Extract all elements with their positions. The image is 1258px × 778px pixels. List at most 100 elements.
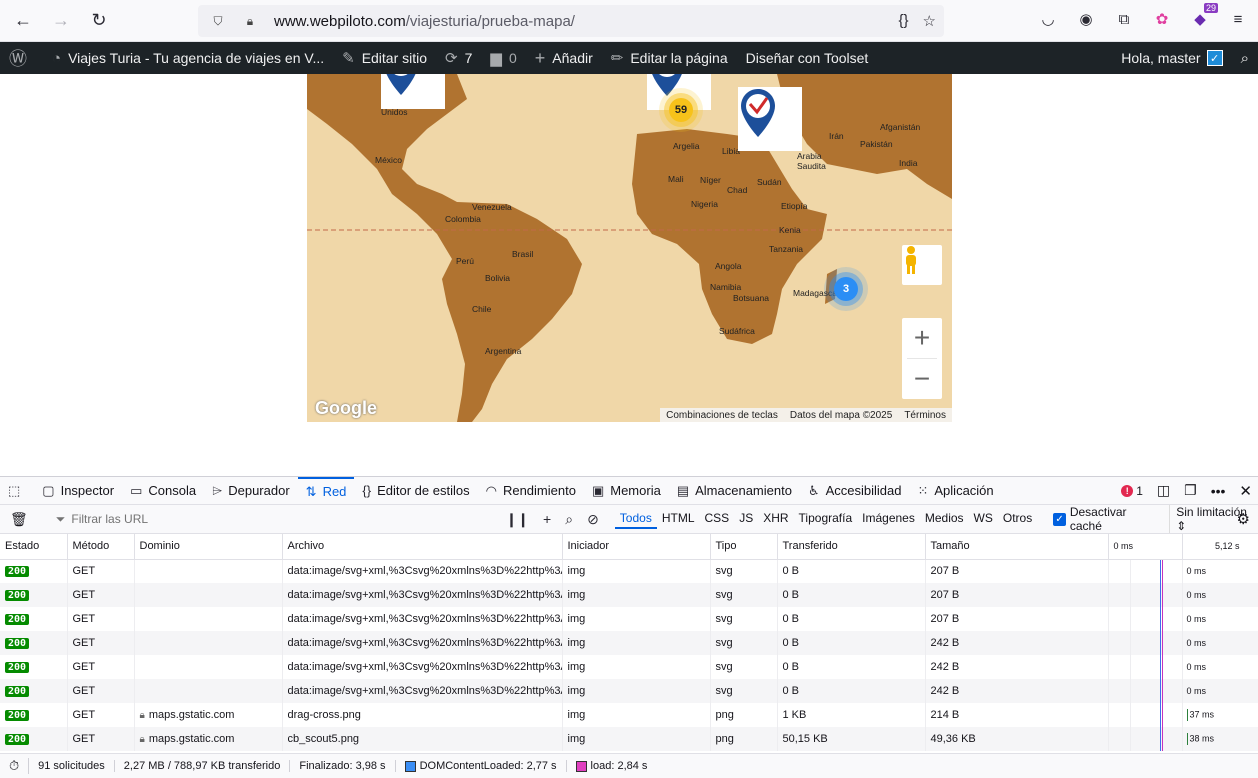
wp-edit-site[interactable]: ✎ Editar sitio bbox=[333, 42, 436, 74]
block-icon[interactable]: ⊘ bbox=[587, 511, 599, 528]
wp-search[interactable]: ⌕ bbox=[1232, 42, 1258, 74]
dashboard-icon: ◔ bbox=[52, 49, 62, 67]
marker-cluster-yellow[interactable]: 59 bbox=[669, 98, 693, 122]
filter-fonts[interactable]: Tipografía bbox=[794, 509, 858, 529]
table-row[interactable]: 200 GET 🔒︎ maps.gstatic.com drag-cross.png im… bbox=[0, 703, 1258, 727]
filter-other[interactable]: Otros bbox=[998, 509, 1037, 529]
forward-button[interactable]: → bbox=[46, 6, 76, 36]
cell-waterfall: 0 ms bbox=[1182, 607, 1258, 631]
pick-element-button[interactable]: ⬚ bbox=[0, 477, 34, 505]
shield-icon[interactable]: ⛉ bbox=[206, 14, 230, 29]
col-size[interactable]: Tamaño bbox=[925, 534, 1109, 560]
reload-button[interactable]: ↻ bbox=[84, 6, 114, 36]
filter-all[interactable]: Todos bbox=[614, 509, 657, 529]
wp-updates[interactable]: ⟳ 7 bbox=[436, 42, 481, 74]
zoom-in-button[interactable]: + bbox=[902, 318, 942, 358]
json-viewer-icon[interactable]: {} bbox=[899, 12, 909, 30]
timer-icon[interactable]: ⏱ bbox=[0, 758, 30, 774]
status-badge: 200 bbox=[5, 614, 30, 625]
tab-debugger[interactable]: ⌲ Depurador bbox=[204, 477, 298, 505]
terms-link[interactable]: Términos bbox=[898, 410, 952, 421]
table-row[interactable]: 200 GET data:image/svg+xml,%3Csvg%20xmlns%… bbox=[0, 583, 1258, 607]
tab-accessibility[interactable]: ♿︎ Accesibilidad bbox=[800, 477, 910, 505]
table-row[interactable]: 200 GET data:image/svg+xml,%3Csvg%20xmlns%… bbox=[0, 607, 1258, 631]
filter-css[interactable]: CSS bbox=[700, 509, 735, 529]
wp-logo[interactable]: Ⓦ bbox=[0, 42, 43, 74]
wp-comments[interactable]: ▆ 0 bbox=[481, 42, 525, 74]
tab-style-editor[interactable]: {} Editor de estilos bbox=[354, 477, 477, 505]
table-row[interactable]: 200 GET data:image/svg+xml,%3Csvg%20xmlns%… bbox=[0, 655, 1258, 679]
table-row[interactable]: 200 GET data:image/svg+xml,%3Csvg%20xmlns%… bbox=[0, 631, 1258, 655]
lock-icon[interactable]: 🔒︎ bbox=[238, 14, 262, 29]
table-row[interactable]: 200 GET 🔒︎ maps.gstatic.com cb_scout5.png img… bbox=[0, 727, 1258, 751]
close-icon[interactable]: ✕ bbox=[1239, 482, 1252, 500]
filter-ws[interactable]: WS bbox=[969, 509, 998, 529]
extension-badge-icon[interactable]: ◆ 29 bbox=[1190, 3, 1218, 29]
url-bar[interactable]: ⛉ 🔒︎ www.webpiloto.com/viajesturia/prueb… bbox=[198, 5, 944, 37]
plus-icon: + bbox=[534, 47, 546, 68]
split-console-icon[interactable]: ◫ bbox=[1157, 482, 1170, 499]
search-icon[interactable]: ⌕ bbox=[565, 511, 573, 528]
wp-site-name[interactable]: ◔ Viajes Turia - Tu agencia de viajes en … bbox=[43, 42, 333, 74]
filter-html[interactable]: HTML bbox=[657, 509, 700, 529]
col-file[interactable]: Archivo bbox=[282, 534, 563, 560]
google-map[interactable]: Unidos México Venezuela Colombia Perú Br… bbox=[307, 74, 952, 422]
street-view-pegman[interactable] bbox=[902, 245, 942, 285]
error-count-badge[interactable]: ! 1 bbox=[1121, 484, 1143, 498]
wp-toolset[interactable]: Diseñar con Toolset bbox=[737, 42, 878, 74]
more-options-icon[interactable]: ••• bbox=[1211, 483, 1226, 499]
filter-js[interactable]: JS bbox=[734, 509, 758, 529]
map-label: México bbox=[375, 155, 402, 165]
filter-input[interactable]: Filtrar las URL bbox=[71, 512, 148, 526]
url-text[interactable]: www.webpiloto.com/viajesturia/prueba-map… bbox=[274, 13, 575, 30]
trash-icon[interactable]: 🗑︎ bbox=[10, 511, 28, 528]
wp-edit-page[interactable]: ✏ Editar la página bbox=[602, 42, 737, 74]
tab-inspector[interactable]: ▢ Inspector bbox=[34, 477, 122, 505]
tab-performance[interactable]: ◠ Rendimiento bbox=[478, 477, 584, 505]
filter-media[interactable]: Medios bbox=[920, 509, 969, 529]
col-waterfall[interactable]: 0 ms bbox=[1108, 534, 1183, 560]
marker-cluster-blue[interactable]: 3 bbox=[834, 277, 858, 301]
col-status[interactable]: Estado bbox=[0, 534, 68, 560]
tab-network[interactable]: ⇅ Red bbox=[297, 476, 355, 505]
status-badge: 200 bbox=[5, 734, 30, 745]
col-type[interactable]: Tipo bbox=[710, 534, 778, 560]
disable-cache-toggle[interactable]: ✓ Desactivar caché bbox=[1053, 505, 1159, 533]
tab-application[interactable]: ⁙ Aplicación bbox=[909, 477, 1001, 505]
filter-xhr[interactable]: XHR bbox=[758, 509, 793, 529]
url-filter[interactable]: ⏷ Filtrar las URL bbox=[38, 512, 466, 527]
col-transferred[interactable]: Transferido bbox=[777, 534, 926, 560]
col-domain[interactable]: Dominio bbox=[134, 534, 283, 560]
tab-console[interactable]: ▭ Consola bbox=[122, 477, 204, 505]
gear-icon[interactable]: ⚙ bbox=[1237, 510, 1250, 528]
account-icon[interactable]: ◉ bbox=[1076, 9, 1096, 29]
wp-my-account[interactable]: Hola, master ✓ bbox=[1112, 42, 1231, 74]
pause-icon[interactable]: ❙❙ bbox=[506, 511, 529, 528]
color-wheel-icon[interactable]: ✿ bbox=[1152, 9, 1172, 29]
tab-memory[interactable]: ▣ Memoria bbox=[584, 477, 669, 505]
cell-status: 200 bbox=[0, 703, 68, 727]
dock-icon[interactable]: ❐ bbox=[1184, 482, 1197, 499]
map-marker-pin[interactable] bbox=[738, 87, 802, 151]
col-initiator[interactable]: Iniciador bbox=[562, 534, 711, 560]
bookmark-star-icon[interactable]: ☆ bbox=[923, 12, 936, 30]
zoom-out-button[interactable]: − bbox=[902, 359, 942, 399]
extensions-puzzle-icon[interactable]: ⧉ bbox=[1114, 9, 1134, 29]
col-method[interactable]: Método bbox=[67, 534, 135, 560]
cell-domain: 🔒︎ maps.gstatic.com bbox=[134, 727, 283, 751]
keyboard-shortcuts-link[interactable]: Combinaciones de teclas bbox=[660, 410, 784, 421]
filter-images[interactable]: Imágenes bbox=[857, 509, 920, 529]
menu-hamburger-icon[interactable]: ≡ bbox=[1228, 9, 1248, 29]
tab-storage[interactable]: ▤ Almacenamiento bbox=[669, 477, 800, 505]
dom-line bbox=[1159, 607, 1161, 631]
map-marker-pin[interactable] bbox=[381, 74, 445, 109]
table-row[interactable]: 200 GET data:image/svg+xml,%3Csvg%20xmlns%… bbox=[0, 559, 1258, 583]
add-icon[interactable]: + bbox=[543, 511, 551, 528]
checkbox-checked-icon[interactable]: ✓ bbox=[1053, 512, 1066, 526]
table-row[interactable]: 200 GET data:image/svg+xml,%3Csvg%20xmlns%… bbox=[0, 679, 1258, 703]
map-label: Níger bbox=[700, 175, 721, 185]
pocket-icon[interactable]: ◡ bbox=[1038, 9, 1058, 29]
wp-add-new[interactable]: + Añadir bbox=[526, 42, 602, 74]
map-land-svg bbox=[307, 74, 952, 422]
back-button[interactable]: ← bbox=[8, 6, 38, 36]
